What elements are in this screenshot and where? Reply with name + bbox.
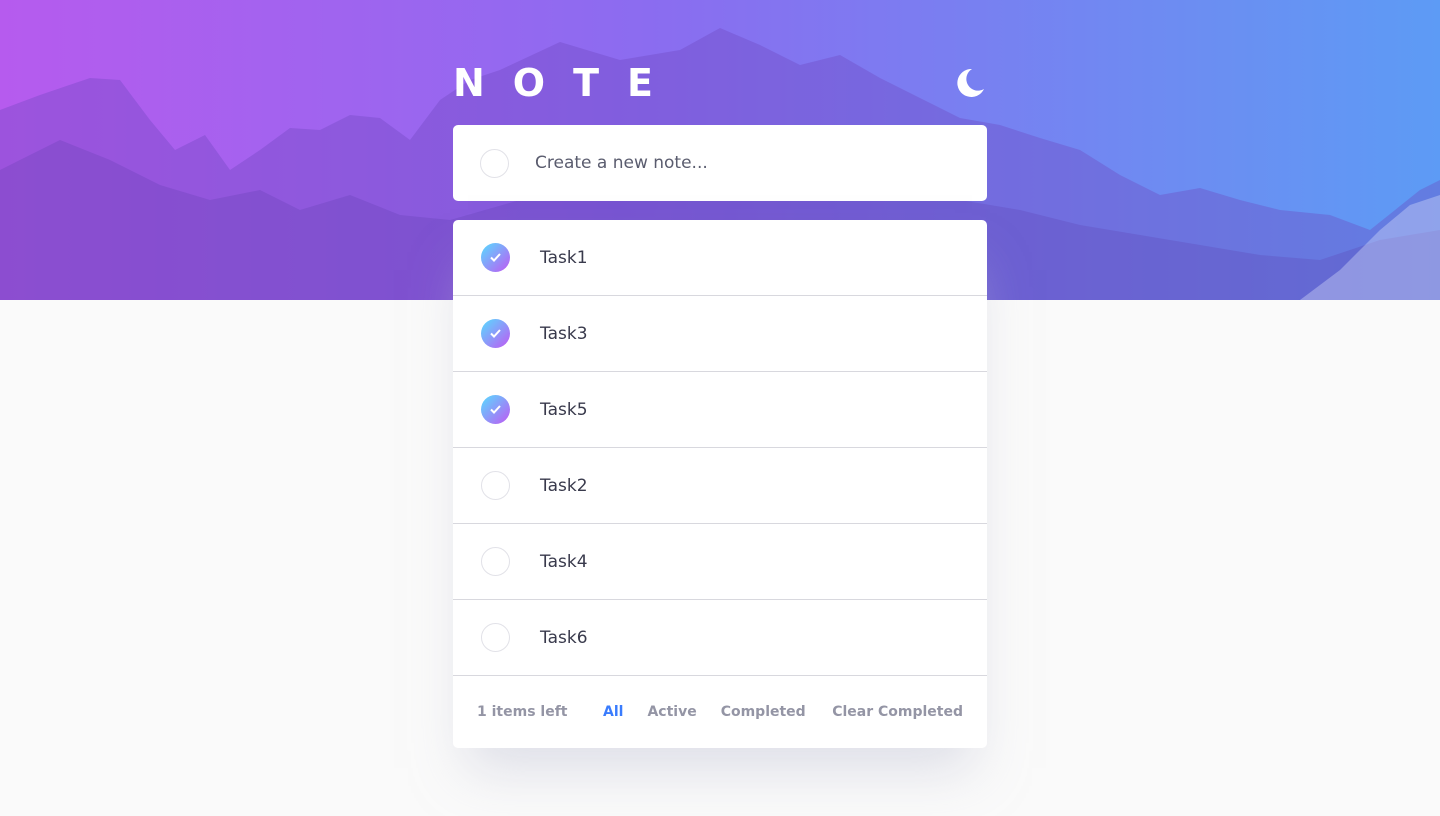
task-label[interactable]: Task6	[540, 628, 588, 648]
check-icon	[490, 253, 501, 262]
filter-active[interactable]: Active	[647, 704, 696, 720]
task-label[interactable]: Task5	[540, 400, 588, 420]
list-footer: 1 items left All Active Completed Clear …	[453, 676, 987, 748]
task-label[interactable]: Task2	[540, 476, 588, 496]
app-header: NOTE	[453, 60, 987, 106]
task-list: Task1 Task3 Task5 Task2 Task4 Task6 1 items l…	[453, 220, 987, 748]
task-label[interactable]: Task3	[540, 324, 588, 344]
new-note-bar	[453, 125, 987, 201]
task-item[interactable]: Task6	[453, 600, 987, 676]
task-item[interactable]: Task3	[453, 296, 987, 372]
moon-icon	[957, 68, 984, 97]
task-checkbox[interactable]	[481, 395, 510, 424]
task-checkbox[interactable]	[481, 547, 510, 576]
items-left-count: 1 items left	[477, 704, 568, 720]
filter-completed[interactable]: Completed	[721, 704, 806, 720]
task-item[interactable]: Task2	[453, 448, 987, 524]
task-checkbox[interactable]	[481, 243, 510, 272]
filter-group: All Active Completed	[603, 704, 806, 720]
new-note-input[interactable]	[535, 153, 955, 173]
task-item[interactable]: Task5	[453, 372, 987, 448]
todo-app: NOTE Task1 Task3 Task5 Task2 Task4 Task6 1 it…	[453, 60, 987, 748]
check-icon	[490, 405, 501, 414]
task-checkbox[interactable]	[481, 471, 510, 500]
theme-toggle-button[interactable]	[953, 66, 987, 100]
check-icon	[490, 329, 501, 338]
filter-all[interactable]: All	[603, 704, 623, 720]
task-label[interactable]: Task1	[540, 248, 588, 268]
app-title: NOTE	[453, 61, 681, 105]
task-checkbox[interactable]	[481, 319, 510, 348]
clear-completed-button[interactable]: Clear Completed	[832, 704, 963, 720]
task-label[interactable]: Task4	[540, 552, 588, 572]
new-note-checkbox[interactable]	[480, 148, 509, 178]
task-item[interactable]: Task1	[453, 220, 987, 296]
task-item[interactable]: Task4	[453, 524, 987, 600]
task-checkbox[interactable]	[481, 623, 510, 652]
